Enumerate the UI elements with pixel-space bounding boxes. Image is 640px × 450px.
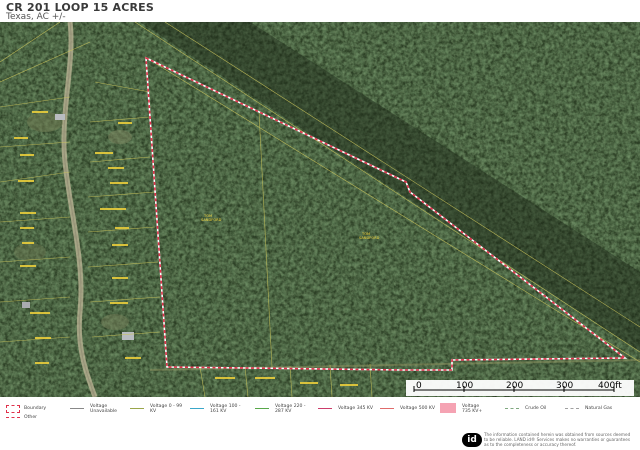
building bbox=[22, 302, 30, 308]
scale-label-0: 0 bbox=[416, 381, 422, 391]
voltage-100-161-swatch bbox=[190, 408, 204, 409]
legend-crude-oil: Crude Oil bbox=[525, 406, 547, 411]
legend-natural-gas: Natural Gas bbox=[585, 406, 613, 411]
owner-label-mark bbox=[22, 242, 34, 244]
voltage-500-swatch bbox=[380, 408, 394, 409]
clearing bbox=[14, 243, 46, 261]
owner-label-mark bbox=[35, 362, 49, 364]
scale-label-200: 200 bbox=[506, 381, 524, 391]
owner-label-mark bbox=[112, 244, 128, 246]
scale-label-100: 100 bbox=[456, 381, 474, 391]
owner-label-mark bbox=[255, 377, 275, 379]
owner-label-mark bbox=[32, 111, 48, 113]
owner-label-mark bbox=[20, 154, 34, 156]
voltage-0-99-swatch bbox=[130, 408, 144, 409]
owner-label-mark bbox=[95, 152, 113, 154]
owner-label-mark bbox=[115, 227, 129, 229]
map-subtitle: Texas, AC +/- bbox=[6, 12, 66, 22]
owner-label-mark bbox=[14, 137, 28, 139]
legend-voltage-500: Voltage 500 KV bbox=[400, 406, 436, 411]
owner-label-mark bbox=[20, 227, 34, 229]
voltage-unavailable-swatch bbox=[70, 408, 84, 409]
owner-label-mark bbox=[118, 122, 132, 124]
voltage-345-swatch bbox=[318, 408, 332, 409]
map-header: CR 201 LOOP 15 ACRES Texas, AC +/- bbox=[0, 0, 640, 22]
owner-label-mark bbox=[35, 337, 51, 339]
scale-label-300: 300 bbox=[556, 381, 574, 391]
owner-label-mark bbox=[30, 312, 50, 314]
map-canvas[interactable]: TOM SANDFORD TOM SANDFORD bbox=[0, 22, 640, 397]
legend-other: Other bbox=[24, 415, 38, 420]
voltage-220-287-swatch bbox=[255, 408, 269, 409]
owner-label-mark bbox=[215, 377, 235, 379]
legend-voltage-735: Voltage 735 KV+ bbox=[462, 404, 483, 414]
scale-bar: 0 100 200 300 400ft bbox=[406, 380, 634, 396]
owner-label-mark bbox=[125, 357, 141, 359]
other-swatch bbox=[6, 417, 20, 418]
legend-voltage-345: Voltage 345 KV bbox=[338, 406, 374, 411]
owner-label-mark bbox=[340, 384, 358, 386]
legend-voltage-100-161: Voltage 100 - 161 KV bbox=[210, 404, 241, 414]
building bbox=[122, 332, 134, 340]
parcel-label-1b: SANDFORD bbox=[201, 218, 222, 222]
legend-voltage-0-99: Voltage 0 - 99 KV bbox=[150, 404, 183, 414]
legend-voltage-unavailable: Voltage Unavailable bbox=[90, 404, 118, 414]
owner-label-mark bbox=[112, 277, 128, 279]
owner-label-mark bbox=[100, 208, 126, 210]
aerial-map[interactable]: TOM SANDFORD TOM SANDFORD bbox=[0, 22, 640, 397]
parcel-label-2b: SANDFORD bbox=[359, 236, 380, 240]
legend-boundary: Boundary bbox=[24, 406, 47, 411]
natural-gas-swatch bbox=[565, 408, 579, 409]
scale-label-400: 400ft bbox=[598, 381, 622, 391]
owner-label-mark bbox=[18, 180, 34, 182]
voltage-735-swatch bbox=[440, 403, 456, 413]
owner-label-mark bbox=[110, 302, 128, 304]
owner-label-mark bbox=[110, 182, 128, 184]
legend-voltage-220-287: Voltage 220 - 287 KV bbox=[275, 404, 306, 414]
owner-label-mark bbox=[20, 265, 36, 267]
owner-label-mark bbox=[108, 167, 124, 169]
crude-oil-swatch bbox=[505, 408, 519, 409]
boundary-swatch bbox=[6, 405, 20, 413]
building bbox=[55, 114, 65, 120]
landid-logo: id bbox=[462, 433, 482, 447]
clearing bbox=[108, 130, 132, 144]
owner-label-mark bbox=[20, 212, 36, 214]
owner-label-mark bbox=[300, 382, 318, 384]
clearing bbox=[101, 314, 129, 330]
disclaimer-text: The information contained herein was obt… bbox=[484, 432, 631, 447]
